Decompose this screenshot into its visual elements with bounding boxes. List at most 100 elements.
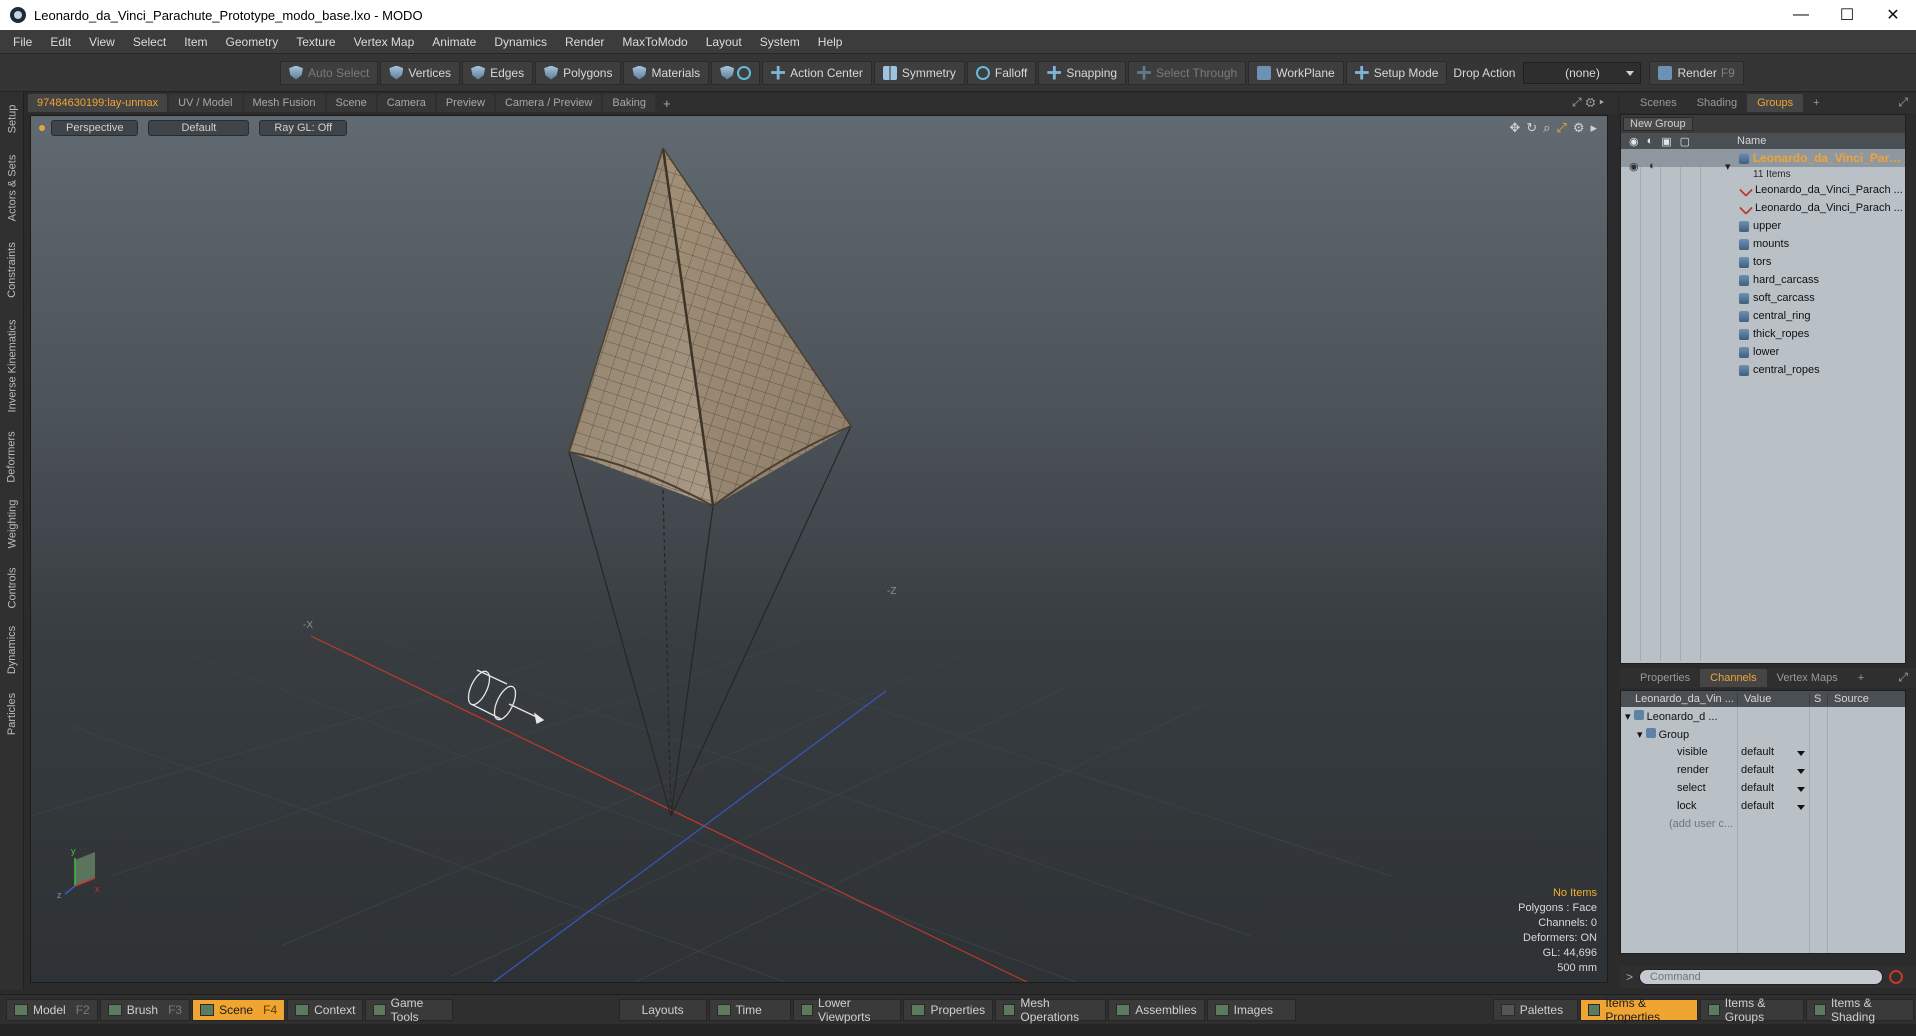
select-through-button[interactable]: Select Through (1128, 60, 1247, 85)
menu-file[interactable]: File (4, 30, 41, 54)
channel-row[interactable]: render default (1621, 761, 1905, 779)
render-button[interactable]: Render F9 (1649, 60, 1744, 85)
viewport-options-icon[interactable]: ⤢⚙▸ (1572, 95, 1608, 110)
new-group-button[interactable]: New Group (1623, 117, 1693, 131)
images-button[interactable]: Images (1206, 998, 1296, 1021)
panel-expand-icon[interactable]: ⤢ (1898, 670, 1908, 685)
items-groups-button[interactable]: Items & Groups (1699, 996, 1804, 1024)
menu-system[interactable]: System (751, 30, 809, 54)
items-shading-button[interactable]: Items & Shading (1805, 996, 1914, 1024)
tab-weighting[interactable]: Weighting (0, 492, 24, 556)
tab-vertex-maps[interactable]: Vertex Maps (1767, 669, 1848, 687)
drop-action-select[interactable]: (none) (1523, 61, 1642, 84)
menu-item[interactable]: Item (175, 30, 216, 54)
tab-scenes[interactable]: Scenes (1630, 94, 1687, 112)
viewport-expand-icon[interactable]: ▸ (1590, 120, 1597, 136)
tab-channels[interactable]: Channels (1700, 669, 1767, 687)
group-root-row[interactable]: ◉ ◐ ▾ Leonardo_da_Vinci_Para ... (1621, 149, 1905, 173)
minimize-button[interactable]: — (1778, 0, 1824, 30)
tab-inverse-kinematics[interactable]: Inverse Kinematics (0, 310, 24, 422)
channel-value-select[interactable]: default (1737, 764, 1809, 776)
group-item-row[interactable]: thick_ropes (1621, 325, 1905, 343)
tab-constraints[interactable]: Constraints (0, 234, 24, 306)
menu-dynamics[interactable]: Dynamics (485, 30, 556, 54)
item-mode-button[interactable] (711, 60, 761, 85)
menu-animate[interactable]: Animate (423, 30, 485, 54)
properties-button[interactable]: Properties (903, 998, 994, 1021)
maximize-button[interactable]: ☐ (1824, 0, 1870, 30)
tab-camera-preview[interactable]: Camera / Preview (495, 94, 602, 112)
channel-row[interactable]: lock default (1621, 797, 1905, 815)
group-item-row[interactable]: central_ropes (1621, 361, 1905, 379)
menu-render[interactable]: Render (556, 30, 613, 54)
tab-dynamics[interactable]: Dynamics (0, 620, 24, 680)
group-item-row[interactable]: Leonardo_da_Vinci_Parach ... (1621, 181, 1905, 199)
lower-viewports-button[interactable]: Lower Viewports (792, 996, 902, 1024)
lock-icon[interactable]: ▣ (1661, 135, 1671, 148)
tab-deformers[interactable]: Deformers (0, 426, 24, 488)
channel-root-row[interactable]: ▾ Leonardo_d ... (1621, 707, 1905, 725)
game-tools-button[interactable]: Game Tools (365, 996, 453, 1024)
rotate-icon[interactable]: ↻ (1526, 120, 1537, 136)
tab-scene[interactable]: Scene (326, 94, 376, 112)
tab-groups[interactable]: Groups (1747, 94, 1804, 112)
group-item-row[interactable]: soft_carcass (1621, 289, 1905, 307)
channel-value-select[interactable]: default (1737, 800, 1809, 812)
tab-controls[interactable]: Controls (0, 560, 24, 616)
vertices-button[interactable]: Vertices (380, 60, 461, 85)
materials-button[interactable]: Materials (623, 60, 710, 85)
add-user-channel-row[interactable]: (add user c... (1621, 815, 1905, 833)
edges-button[interactable]: Edges (462, 60, 534, 85)
visibility-eye-icon[interactable]: ◉ (1629, 135, 1639, 148)
tab-particles[interactable]: Particles (0, 684, 24, 744)
zoom-icon[interactable]: ⌕ (1543, 120, 1550, 136)
time-button[interactable]: Time (708, 998, 791, 1021)
falloff-button[interactable]: Falloff (966, 60, 1037, 85)
pan-icon[interactable]: ✥ (1509, 120, 1520, 136)
tab-camera[interactable]: Camera (377, 94, 435, 112)
group-item-row[interactable]: tors (1621, 253, 1905, 271)
context-button[interactable]: Context (287, 998, 364, 1021)
render-toggle-icon[interactable]: ◐ (1647, 135, 1654, 148)
action-center-button[interactable]: Action Center (762, 60, 872, 85)
tab-properties[interactable]: Properties (1630, 669, 1700, 687)
group-item-row[interactable]: Leonardo_da_Vinci_Parach ... (1621, 199, 1905, 217)
raygl-button[interactable]: Ray GL: Off (259, 120, 348, 136)
select-toggle-icon[interactable]: ▢ (1680, 135, 1690, 148)
mesh-operations-button[interactable]: Mesh Operations (995, 996, 1107, 1024)
command-input[interactable] (1639, 969, 1884, 985)
menu-edit[interactable]: Edit (41, 30, 80, 54)
view-type-button[interactable]: Perspective (51, 120, 139, 136)
group-item-row[interactable]: upper (1621, 217, 1905, 235)
shading-style-button[interactable]: Default (148, 120, 250, 136)
group-item-row[interactable]: central_ring (1621, 307, 1905, 325)
tab-lay-unmax[interactable]: 97484630199:lay-unmax (28, 94, 168, 112)
menu-help[interactable]: Help (809, 30, 852, 54)
channel-row[interactable]: visible default (1621, 743, 1905, 761)
scene-layout-button[interactable]: Scene F4 (192, 998, 286, 1021)
3d-viewport[interactable]: Perspective Default Ray GL: Off ✥ ↻ ⌕ ⤢ … (30, 115, 1608, 983)
channel-group-row[interactable]: ▾ Group (1621, 725, 1905, 743)
brush-layout-button[interactable]: Brush F3 (99, 998, 191, 1021)
menu-geometry[interactable]: Geometry (217, 30, 288, 54)
items-properties-button[interactable]: Items & Properties (1580, 996, 1698, 1024)
group-item-row[interactable]: lower (1621, 343, 1905, 361)
layouts-button[interactable]: Layouts (618, 998, 707, 1021)
group-item-row[interactable]: hard_carcass (1621, 271, 1905, 289)
add-panel-tab-button[interactable]: + (1803, 94, 1829, 112)
add-tab-button[interactable]: + (657, 96, 677, 111)
record-macro-icon[interactable] (1889, 970, 1904, 984)
tab-setup[interactable]: Setup (0, 96, 24, 142)
expand-arrow-icon[interactable]: ▾ (1637, 729, 1646, 741)
tab-actors-sets[interactable]: Actors & Sets (0, 146, 24, 230)
tab-baking[interactable]: Baking (603, 94, 656, 112)
channel-value-select[interactable]: default (1737, 782, 1809, 794)
palettes-button[interactable]: Palettes (1492, 998, 1579, 1021)
channel-row[interactable]: select default (1621, 779, 1905, 797)
auto-select-button[interactable]: Auto Select (280, 60, 379, 85)
tab-preview[interactable]: Preview (436, 94, 494, 112)
menu-layout[interactable]: Layout (697, 30, 751, 54)
menu-view[interactable]: View (80, 30, 124, 54)
menu-vertex-map[interactable]: Vertex Map (345, 30, 424, 54)
menu-texture[interactable]: Texture (287, 30, 344, 54)
